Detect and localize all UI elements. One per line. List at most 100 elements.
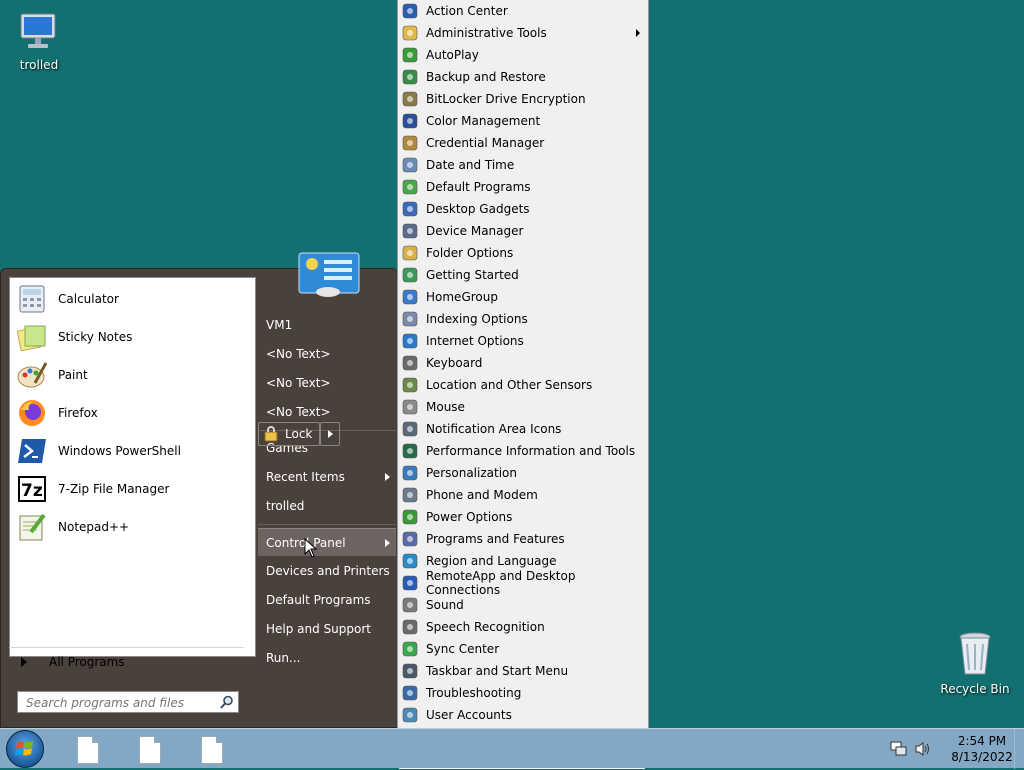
cp-item-label: Taskbar and Start Menu	[426, 664, 569, 678]
cp-item-date-and-time[interactable]: Date and Time	[398, 154, 648, 176]
cp-item-troubleshooting[interactable]: Troubleshooting	[398, 682, 648, 704]
start-item-no-text-2[interactable]: <No Text>	[258, 369, 396, 397]
cp-item-label: Getting Started	[426, 268, 519, 282]
lock-button[interactable]: Lock	[258, 422, 320, 446]
taskbar-document-button[interactable]	[201, 736, 223, 764]
cp-item-autoplay[interactable]: AutoPlay	[398, 44, 648, 66]
taskbar-document-button[interactable]	[139, 736, 161, 764]
sticky-notes-icon	[16, 321, 48, 353]
cp-item-remoteapp-and-desktop-connections[interactable]: RemoteApp and Desktop Connections	[398, 569, 648, 597]
program-paint[interactable]: Paint	[10, 356, 255, 394]
cp-item-location-and-other-sensors[interactable]: Location and Other Sensors	[398, 374, 648, 396]
clock[interactable]: 2:54 PM 8/13/2022	[946, 733, 1018, 765]
program-notepadpp[interactable]: Notepad++	[10, 508, 255, 546]
cp-item-default-programs[interactable]: Default Programs	[398, 176, 648, 198]
calculator-icon	[16, 283, 48, 315]
network-icon[interactable]	[890, 741, 908, 757]
search-box[interactable]	[17, 691, 239, 713]
cp-item-mouse[interactable]: Mouse	[398, 396, 648, 418]
cp-item-bitlocker-drive-encryption[interactable]: BitLocker Drive Encryption	[398, 88, 648, 110]
sync-icon	[402, 641, 418, 657]
default-programs-icon	[402, 179, 418, 195]
user-picture[interactable]	[298, 252, 360, 298]
program-7zip[interactable]: 7z 7-Zip File Manager	[10, 470, 255, 508]
cp-item-power-options[interactable]: Power Options	[398, 506, 648, 528]
search-input[interactable]	[24, 693, 218, 713]
clock-icon	[402, 157, 418, 173]
start-item-vm1[interactable]: VM1	[258, 311, 396, 339]
volume-icon[interactable]	[914, 741, 932, 757]
pinned-programs-pane: Calculator Sticky Notes Paint Firefox Wi…	[9, 277, 256, 657]
powershell-icon	[16, 435, 48, 467]
cp-item-credential-manager[interactable]: Credential Manager	[398, 132, 648, 154]
cp-item-performance-information-and-tools[interactable]: Performance Information and Tools	[398, 440, 648, 462]
program-sticky-notes[interactable]: Sticky Notes	[10, 318, 255, 356]
computer-icon	[20, 13, 56, 48]
cp-item-programs-and-features[interactable]: Programs and Features	[398, 528, 648, 550]
cp-item-label: Phone and Modem	[426, 488, 538, 502]
cp-item-internet-options[interactable]: Internet Options	[398, 330, 648, 352]
firefox-icon	[16, 397, 48, 429]
start-item-no-text-1[interactable]: <No Text>	[258, 340, 396, 368]
start-button[interactable]	[6, 730, 44, 768]
program-powershell[interactable]: Windows PowerShell	[10, 432, 255, 470]
start-item-trolled[interactable]: trolled	[258, 492, 396, 520]
personalization-icon	[402, 465, 418, 481]
cp-item-color-management[interactable]: Color Management	[398, 110, 648, 132]
start-item-control-panel[interactable]: Control Panel	[258, 528, 396, 556]
cp-item-sync-center[interactable]: Sync Center	[398, 638, 648, 660]
chevron-right-icon	[385, 539, 390, 547]
cp-item-folder-options[interactable]: Folder Options	[398, 242, 648, 264]
cp-item-label: Location and Other Sensors	[426, 378, 593, 392]
recycle-bin-icon	[959, 632, 991, 675]
cp-item-taskbar-and-start-menu[interactable]: Taskbar and Start Menu	[398, 660, 648, 682]
cp-item-user-accounts[interactable]: User Accounts	[398, 704, 648, 726]
cp-item-personalization[interactable]: Personalization	[398, 462, 648, 484]
troubleshoot-icon	[402, 685, 418, 701]
start-item-help-and-support[interactable]: Help and Support	[258, 615, 396, 643]
start-item-label: Recent Items	[266, 470, 345, 484]
cp-item-administrative-tools[interactable]: Administrative Tools	[398, 22, 648, 44]
cp-item-notification-area-icons[interactable]: Notification Area Icons	[398, 418, 648, 440]
svg-text:7z: 7z	[21, 481, 43, 501]
taskbar-document-button[interactable]	[77, 736, 99, 764]
performance-icon	[402, 443, 418, 459]
power-icon	[402, 509, 418, 525]
all-programs-label: All Programs	[49, 655, 125, 669]
desktop-icon-recycle-bin[interactable]: Recycle Bin	[937, 630, 1013, 696]
start-item-run[interactable]: Run...	[258, 644, 396, 672]
cp-item-phone-and-modem[interactable]: Phone and Modem	[398, 484, 648, 506]
cp-item-backup-and-restore[interactable]: Backup and Restore	[398, 66, 648, 88]
show-desktop-button[interactable]	[1014, 729, 1024, 769]
clock-date: 8/13/2022	[951, 750, 1013, 764]
cp-item-getting-started[interactable]: Getting Started	[398, 264, 648, 286]
cp-item-speech-recognition[interactable]: Speech Recognition	[398, 616, 648, 638]
start-item-label: Default Programs	[266, 593, 371, 607]
cp-item-homegroup[interactable]: HomeGroup	[398, 286, 648, 308]
cp-item-label: Programs and Features	[426, 532, 565, 546]
desktop-icon-computer[interactable]: trolled	[1, 10, 77, 72]
program-calculator[interactable]: Calculator	[10, 280, 255, 318]
cp-item-device-manager[interactable]: Device Manager	[398, 220, 648, 242]
globe-icon	[402, 553, 418, 569]
program-label: Notepad++	[58, 520, 130, 534]
cp-item-label: Speech Recognition	[426, 620, 545, 634]
search-icon[interactable]	[220, 695, 234, 709]
cp-item-indexing-options[interactable]: Indexing Options	[398, 308, 648, 330]
cp-item-label: Sync Center	[426, 642, 500, 656]
cp-item-action-center[interactable]: Action Center	[398, 0, 648, 22]
shutdown-options-button[interactable]	[320, 422, 340, 446]
cp-item-label: Internet Options	[426, 334, 524, 348]
mouse-cursor-icon	[304, 538, 318, 558]
start-item-label: <No Text>	[266, 347, 331, 361]
start-item-default-programs[interactable]: Default Programs	[258, 586, 396, 614]
cp-item-desktop-gadgets[interactable]: Desktop Gadgets	[398, 198, 648, 220]
start-item-devices-and-printers[interactable]: Devices and Printers	[258, 557, 396, 585]
program-firefox[interactable]: Firefox	[10, 394, 255, 432]
triangle-right-icon	[21, 657, 27, 667]
cp-item-sound[interactable]: Sound	[398, 594, 648, 616]
cp-item-keyboard[interactable]: Keyboard	[398, 352, 648, 374]
all-programs-button[interactable]: All Programs	[9, 649, 244, 675]
folder-options-icon	[402, 245, 418, 261]
start-item-recent-items[interactable]: Recent Items	[258, 463, 396, 491]
